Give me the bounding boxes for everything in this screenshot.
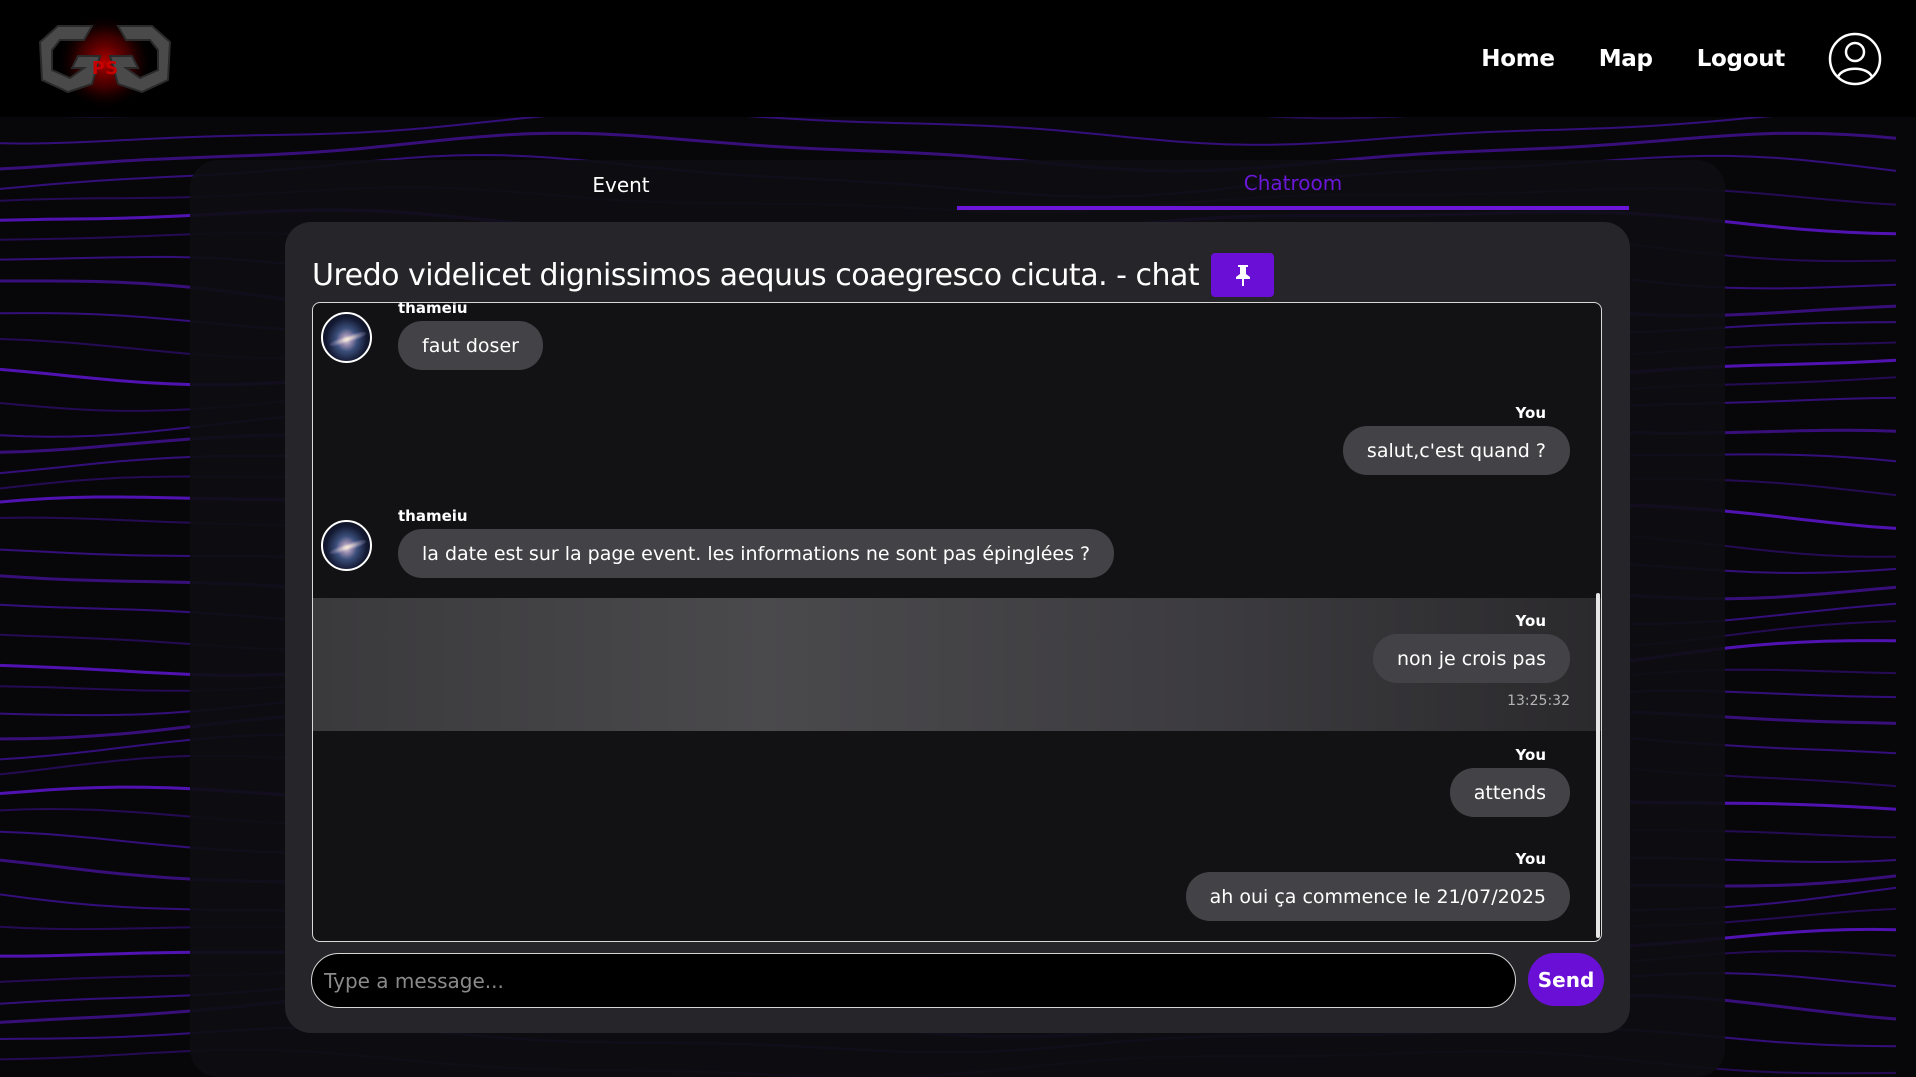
pin-button[interactable] — [1211, 253, 1275, 297]
pin-icon — [1235, 265, 1250, 286]
main-nav: Home Map Logout — [1481, 0, 1916, 117]
chat-card: Uredo videlicet dignissimos aequus coaeg… — [285, 222, 1630, 1033]
message-author: You — [1515, 612, 1546, 630]
tab-chatroom[interactable]: Chatroom — [957, 160, 1629, 210]
message-author: thameiu — [398, 507, 468, 525]
message-composer: Send — [311, 953, 1604, 1008]
logo: PS — [38, 14, 172, 110]
tab-event[interactable]: Event — [285, 160, 957, 210]
send-button[interactable]: Send — [1528, 953, 1604, 1006]
list-item: You attends — [1449, 746, 1570, 817]
message-bubble: la date est sur la page event. les infor… — [398, 529, 1115, 578]
messages-list[interactable]: thameiu faut doser You salut,c'est quand… — [312, 302, 1602, 942]
list-item: You non je crois pas 13:25:32 — [1372, 612, 1570, 709]
user-profile-icon[interactable] — [1828, 32, 1882, 86]
message-bubble: faut doser — [398, 321, 543, 370]
message-bubble: salut,c'est quand ? — [1342, 426, 1570, 475]
avatar[interactable] — [321, 312, 372, 363]
nav-home-link[interactable]: Home — [1481, 46, 1555, 72]
messages-scrollbar[interactable] — [1596, 593, 1600, 938]
message-input[interactable] — [311, 953, 1516, 1008]
chat-title: Uredo videlicet dignissimos aequus coaeg… — [312, 257, 1200, 293]
tab-bar: Event Chatroom — [285, 160, 1630, 210]
message-author: You — [1515, 404, 1546, 422]
nav-map-link[interactable]: Map — [1599, 46, 1653, 72]
message-timestamp: 13:25:32 — [1507, 693, 1570, 709]
list-item: thameiu la date est sur la page event. l… — [398, 507, 1115, 578]
message-author: thameiu — [398, 302, 468, 317]
chat-title-row: Uredo videlicet dignissimos aequus coaeg… — [312, 250, 1275, 300]
logo-text: PS — [92, 58, 118, 79]
message-bubble: ah oui ça commence le 21/07/2025 — [1185, 872, 1570, 921]
message-bubble: attends — [1449, 768, 1570, 817]
list-item: You ah oui ça commence le 21/07/2025 — [1185, 850, 1570, 921]
top-header: PS Home Map Logout — [0, 0, 1916, 117]
message-bubble: non je crois pas — [1372, 634, 1570, 683]
avatar[interactable] — [321, 520, 372, 571]
message-author: You — [1515, 850, 1546, 868]
list-item: thameiu faut doser — [398, 302, 543, 370]
list-item: You salut,c'est quand ? — [1342, 404, 1570, 475]
nav-logout-link[interactable]: Logout — [1697, 46, 1786, 72]
message-author: You — [1515, 746, 1546, 764]
